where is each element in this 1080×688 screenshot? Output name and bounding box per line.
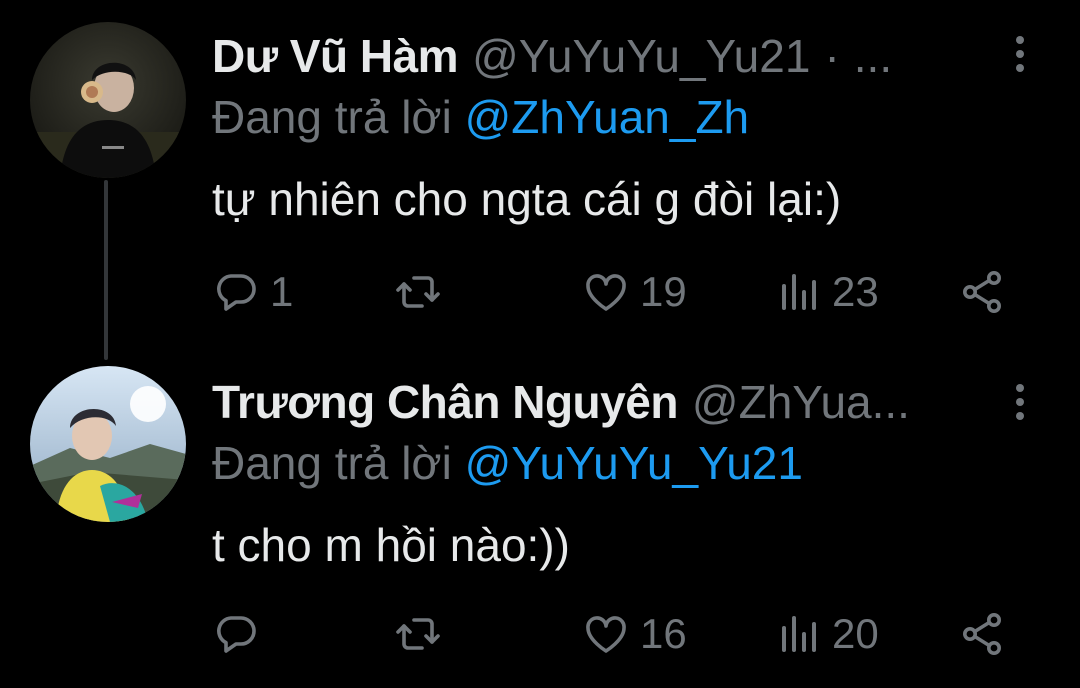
avatar[interactable] (30, 366, 186, 522)
view-count: 20 (832, 610, 879, 657)
author-name[interactable]: Dư Vũ Hàm (212, 29, 459, 83)
reply-button[interactable] (212, 604, 270, 664)
replying-prefix: Đang trả lời (212, 91, 452, 143)
replying-prefix: Đang trả lời (212, 437, 452, 489)
reply-icon (217, 274, 256, 311)
avatar-image (30, 22, 186, 178)
more-icon[interactable] (1008, 24, 1032, 84)
tweet-header: Trương Chân Nguyên @ZhYua... (212, 372, 910, 432)
replying-to: Đang trả lời @ZhYuan_Zh (212, 90, 749, 144)
reply-button[interactable]: 1 (212, 262, 293, 322)
views-icon (782, 616, 816, 652)
share-button[interactable] (958, 604, 1006, 664)
tweet-text: t cho m hồi nào:)) (212, 519, 570, 571)
share-icon (963, 271, 1001, 313)
like-count: 16 (640, 610, 687, 657)
retweet-button[interactable] (394, 604, 452, 664)
header-separator: · (824, 30, 840, 82)
like-icon (586, 616, 626, 653)
replying-to-mention[interactable]: @ZhYuan_Zh (465, 91, 750, 143)
action-bar: 1 19 23 (212, 262, 1012, 322)
retweet-icon (396, 618, 440, 650)
like-button[interactable]: 19 (582, 262, 687, 322)
like-count: 19 (640, 268, 687, 315)
reply-count: 1 (270, 268, 294, 315)
tweet-2[interactable]: Trương Chân Nguyên @ZhYua... Đang trả lờ… (0, 346, 1080, 688)
more-icon[interactable] (1008, 372, 1032, 432)
retweet-icon (396, 276, 440, 308)
reply-icon (217, 616, 256, 653)
avatar[interactable] (30, 22, 186, 178)
view-count: 23 (832, 268, 879, 315)
timestamp-truncated: ... (853, 30, 893, 82)
views-icon (782, 274, 816, 310)
replying-to-mention[interactable]: @YuYuYu_Yu21 (465, 437, 803, 489)
views-button[interactable]: 23 (774, 262, 879, 322)
like-icon (586, 274, 626, 311)
tweet-1[interactable]: Dư Vũ Hàm @YuYuYu_Yu21 · ... Đang trả lờ… (0, 0, 1080, 346)
replying-to: Đang trả lời @YuYuYu_Yu21 (212, 436, 803, 490)
avatar-image (30, 366, 186, 522)
views-button[interactable]: 20 (774, 604, 879, 664)
share-button[interactable] (958, 262, 1006, 322)
retweet-button[interactable] (394, 262, 452, 322)
author-handle[interactable]: @YuYuYu_Yu21 (472, 29, 810, 83)
tweet-text: tự nhiên cho ngta cái g đòi lại:) (212, 173, 842, 225)
tweet-header: Dư Vũ Hàm @YuYuYu_Yu21 · ... (212, 26, 892, 86)
action-bar: 16 20 (212, 604, 1012, 664)
author-handle[interactable]: @ZhYua... (692, 375, 910, 429)
share-icon (963, 613, 1001, 655)
author-name[interactable]: Trương Chân Nguyên (212, 375, 678, 429)
like-button[interactable]: 16 (582, 604, 687, 664)
